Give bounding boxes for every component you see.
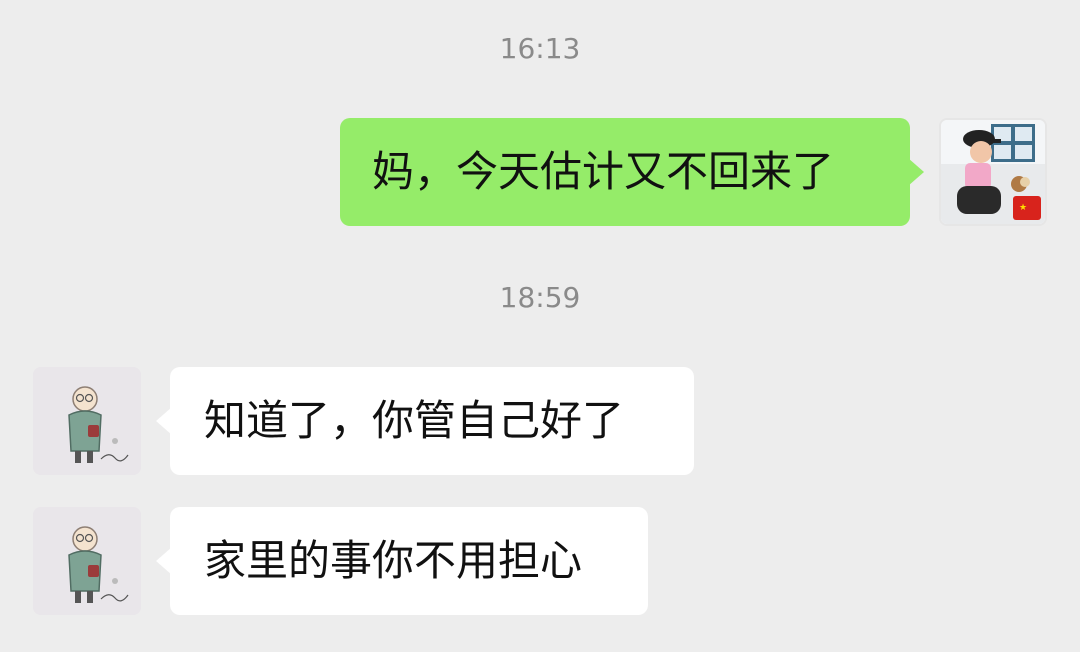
svg-text:★: ★ — [1019, 203, 1027, 213]
message-text: 知道了，你管自己好了 — [204, 396, 625, 445]
grandma-cartoon-avatar[interactable] — [33, 507, 141, 615]
grandma-cartoon-avatar[interactable] — [33, 367, 141, 475]
grandma-cartoon-icon — [33, 367, 141, 475]
timestamp: 16:13 — [499, 32, 581, 65]
outgoing-message-bubble[interactable]: 妈，今天估计又不回来了 — [340, 118, 924, 226]
incoming-message-bubble[interactable]: 知道了，你管自己好了 — [156, 367, 694, 475]
message-text: 妈，今天估计又不回来了 — [372, 147, 835, 196]
child-photo-avatar[interactable]: ★ — [939, 118, 1047, 226]
message-text: 家里的事你不用担心 — [204, 536, 583, 585]
child-photo-icon: ★ — [941, 120, 1045, 224]
timestamp: 18:59 — [499, 281, 581, 314]
grandma-cartoon-icon — [33, 507, 141, 615]
incoming-message-bubble[interactable]: 家里的事你不用担心 — [156, 507, 648, 615]
